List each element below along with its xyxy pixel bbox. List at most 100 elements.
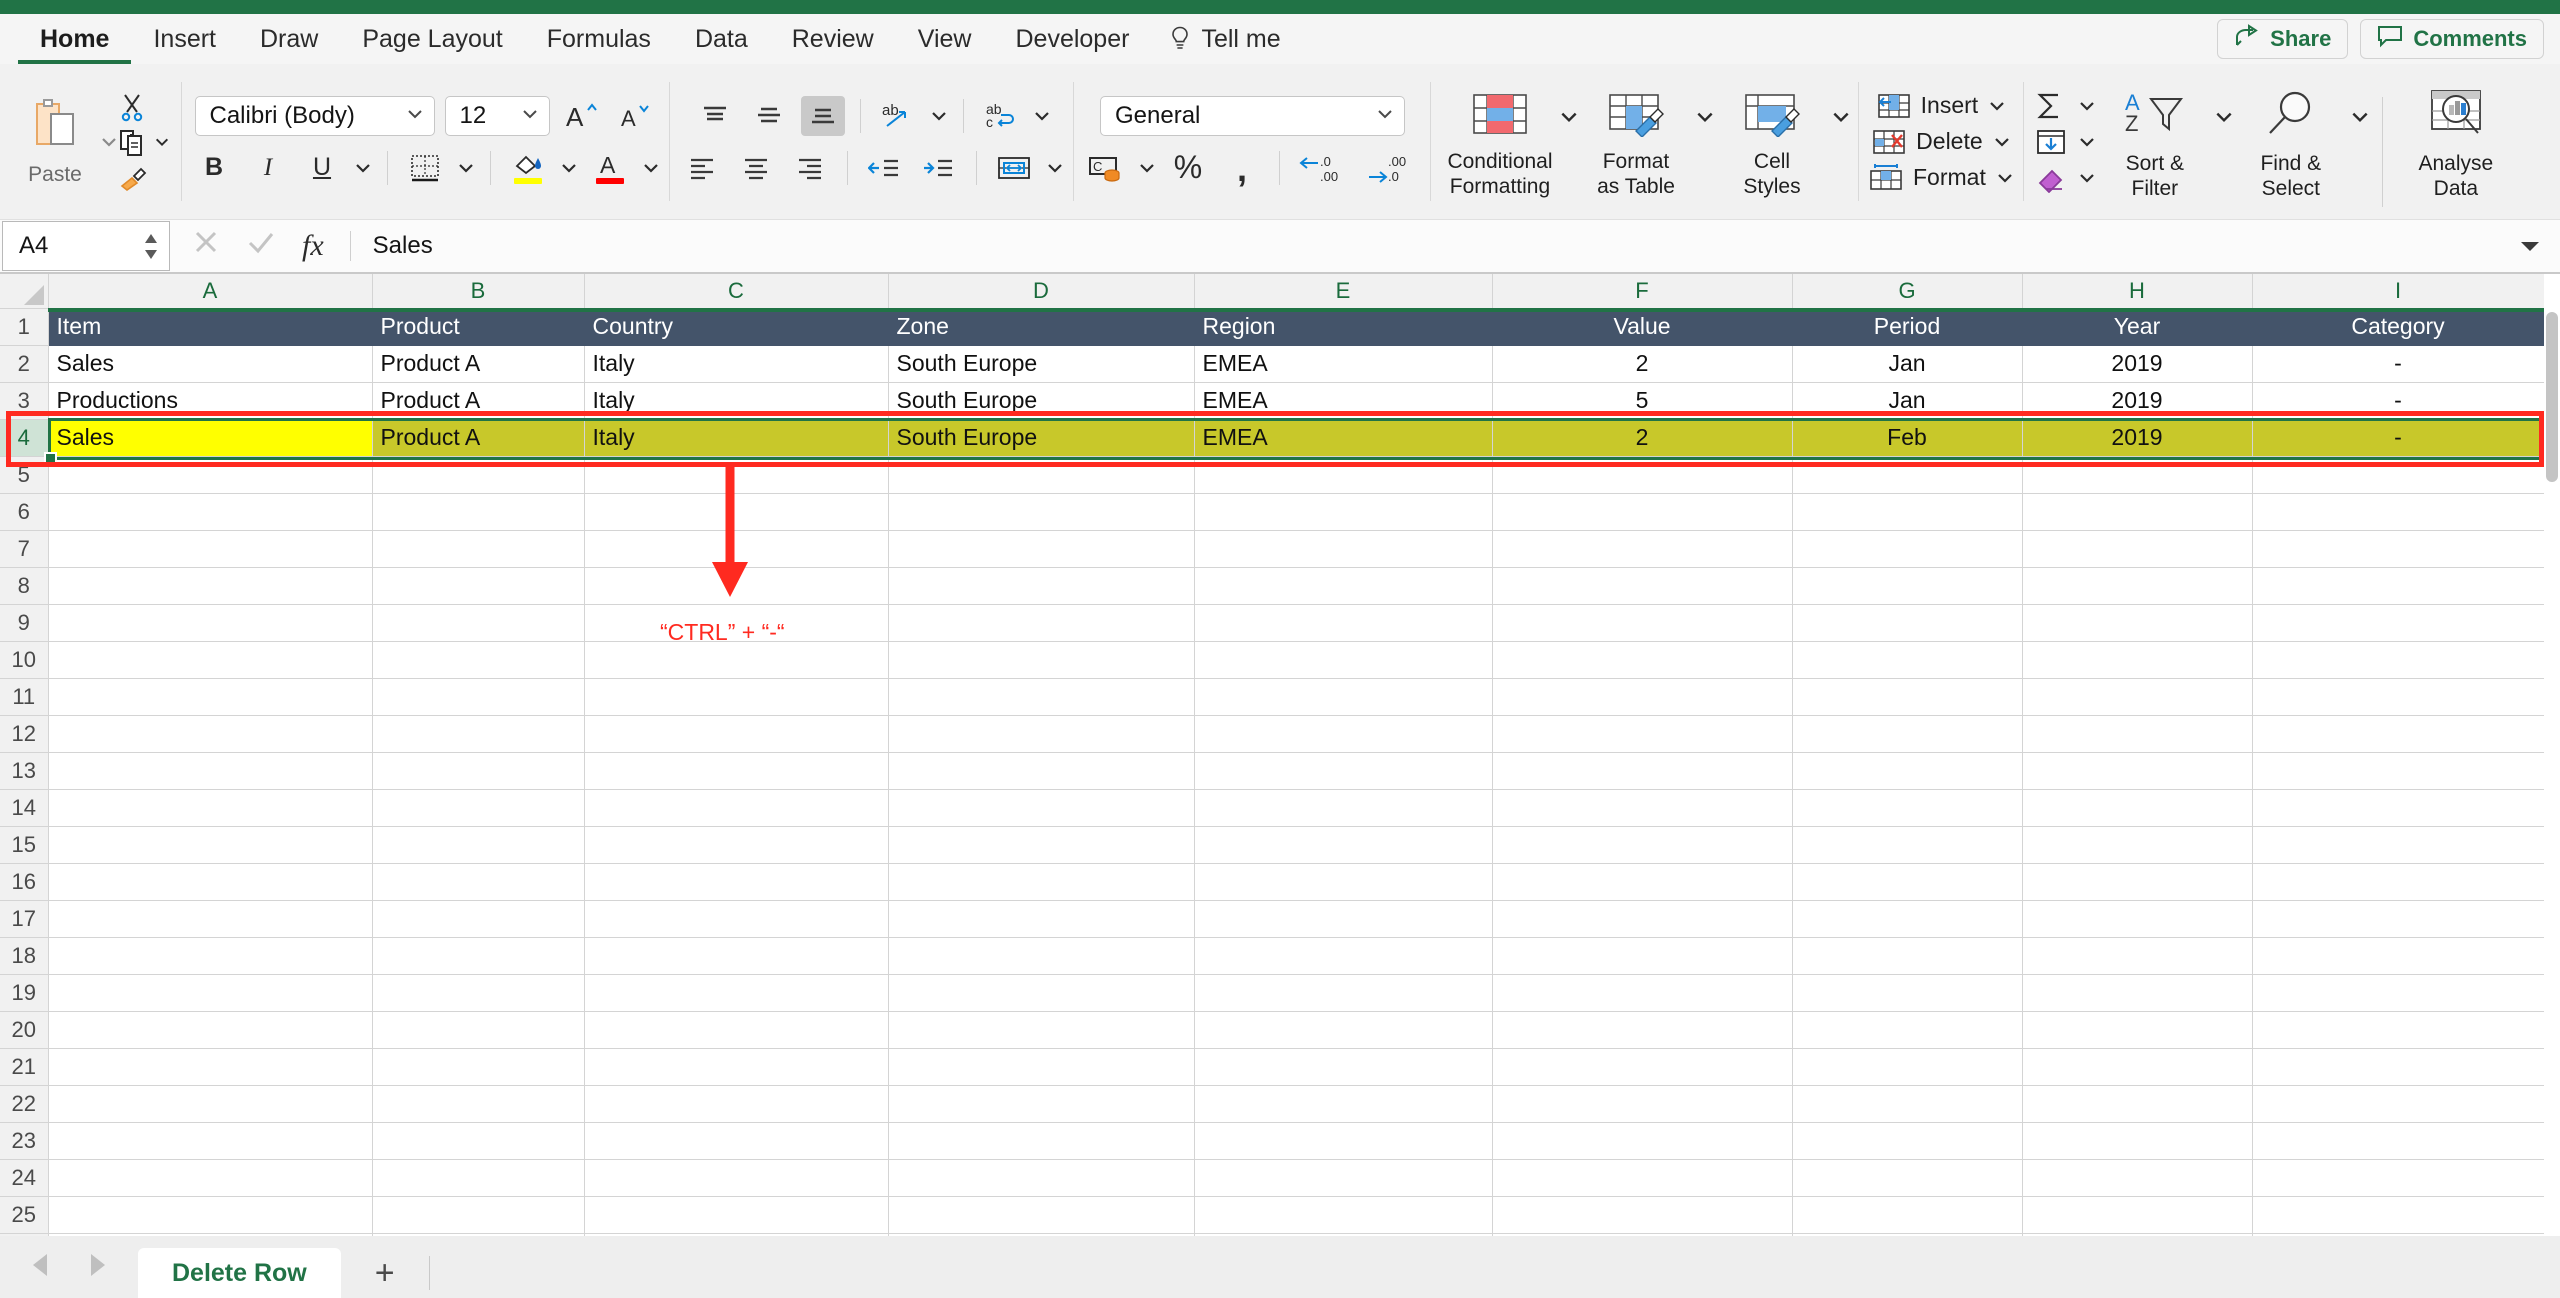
fill-button[interactable] [2034,127,2096,157]
vertical-scrollbar-thumb[interactable] [2546,312,2558,482]
cell-styles-button[interactable]: Cell Styles [1713,77,1831,207]
cell-f11[interactable] [1492,678,1793,716]
cell-i8[interactable] [2252,567,2545,605]
cell-d4[interactable]: South Europe [888,419,1195,457]
cell-a13[interactable] [48,752,373,790]
cell-e8[interactable] [1194,567,1493,605]
cell-e17[interactable] [1194,900,1493,938]
cell-h23[interactable] [2022,1122,2253,1160]
cell-i3[interactable]: - [2252,382,2545,420]
cell-i18[interactable] [2252,937,2545,975]
cell-a18[interactable] [48,937,373,975]
delete-cells-button[interactable]: Delete [1872,127,2010,157]
insert-cells-chevron-down-icon[interactable] [1988,97,2006,115]
cell-c24[interactable] [584,1159,889,1197]
align-right-button[interactable] [788,148,832,188]
cell-b22[interactable] [372,1085,585,1123]
cell-e25[interactable] [1194,1196,1493,1234]
cell-a7[interactable] [48,530,373,568]
cell-f24[interactable] [1492,1159,1793,1197]
paste-button[interactable]: Paste [10,96,100,187]
cell-g18[interactable] [1792,937,2023,975]
vertical-scrollbar[interactable] [2544,274,2560,1254]
cell-f20[interactable] [1492,1011,1793,1049]
wrap-text-chevron-down-icon[interactable] [1033,107,1051,125]
cell-i22[interactable] [2252,1085,2545,1123]
row-header-3[interactable]: 3 [0,382,49,420]
cell-e1[interactable]: Region [1194,308,1493,346]
row-header-15[interactable]: 15 [0,826,49,864]
column-header-h[interactable]: H [2022,274,2253,309]
cell-b1[interactable]: Product [372,308,585,346]
cell-d24[interactable] [888,1159,1195,1197]
copy-button[interactable] [118,128,172,158]
cell-e13[interactable] [1194,752,1493,790]
cell-b6[interactable] [372,493,585,531]
cell-i2[interactable]: - [2252,345,2545,383]
cell-d3[interactable]: South Europe [888,382,1195,420]
cell-b17[interactable] [372,900,585,938]
cell-d9[interactable] [888,604,1195,642]
cell-f4[interactable]: 2 [1492,419,1793,457]
cell-a3[interactable]: Productions [48,382,373,420]
number-format-select[interactable]: General [1100,95,1405,136]
cell-b5[interactable] [372,456,585,494]
cell-e19[interactable] [1194,974,1493,1012]
cell-c14[interactable] [584,789,889,827]
cell-d22[interactable] [888,1085,1195,1123]
cell-f13[interactable] [1492,752,1793,790]
align-center-button[interactable] [734,148,778,188]
cell-a23[interactable] [48,1122,373,1160]
cell-h8[interactable] [2022,567,2253,605]
cell-d2[interactable]: South Europe [888,345,1195,383]
percent-style-button[interactable]: % [1166,148,1210,188]
cell-g11[interactable] [1792,678,2023,716]
comments-button[interactable]: Comments [2360,19,2544,59]
cell-a22[interactable] [48,1085,373,1123]
cell-g5[interactable] [1792,456,2023,494]
align-top-button[interactable] [693,96,737,136]
cell-a21[interactable] [48,1048,373,1086]
cell-c15[interactable] [584,826,889,864]
formula-input[interactable]: Sales [373,220,2518,272]
row-header-1[interactable]: 1 [0,308,49,346]
insert-cells-button[interactable]: Insert [1877,91,2007,121]
cell-b11[interactable] [372,678,585,716]
cell-d16[interactable] [888,863,1195,901]
cell-c2[interactable]: Italy [584,345,889,383]
bold-button[interactable]: B [192,148,236,188]
cell-d10[interactable] [888,641,1195,679]
format-cells-chevron-down-icon[interactable] [1996,169,2014,187]
cell-i17[interactable] [2252,900,2545,938]
cell-h17[interactable] [2022,900,2253,938]
cell-d14[interactable] [888,789,1195,827]
cell-c18[interactable] [584,937,889,975]
cell-e12[interactable] [1194,715,1493,753]
cell-g23[interactable] [1792,1122,2023,1160]
cell-a20[interactable] [48,1011,373,1049]
cell-a24[interactable] [48,1159,373,1197]
cell-f23[interactable] [1492,1122,1793,1160]
tab-developer[interactable]: Developer [993,14,1151,64]
cell-c8[interactable] [584,567,889,605]
find-select-chevron-down-icon[interactable] [2350,107,2368,125]
cell-g8[interactable] [1792,567,2023,605]
cell-d1[interactable]: Zone [888,308,1195,346]
name-box[interactable]: A4 [2,221,170,271]
cell-e20[interactable] [1194,1011,1493,1049]
increase-indent-button[interactable] [917,148,961,188]
italic-button[interactable]: I [246,148,290,188]
copy-chevron-down-icon[interactable] [154,134,172,152]
paste-chevron-down-icon[interactable] [100,133,118,151]
column-header-g[interactable]: G [1792,274,2023,309]
cell-f1[interactable]: Value [1492,308,1793,346]
cell-a1[interactable]: Item [48,308,373,346]
cell-b13[interactable] [372,752,585,790]
cell-c12[interactable] [584,715,889,753]
cell-f9[interactable] [1492,604,1793,642]
cell-d13[interactable] [888,752,1195,790]
expand-formula-bar-button[interactable] [2518,220,2560,272]
accounting-chevron-down-icon[interactable] [1138,159,1156,177]
cell-h1[interactable]: Year [2022,308,2253,346]
column-header-e[interactable]: E [1194,274,1493,309]
